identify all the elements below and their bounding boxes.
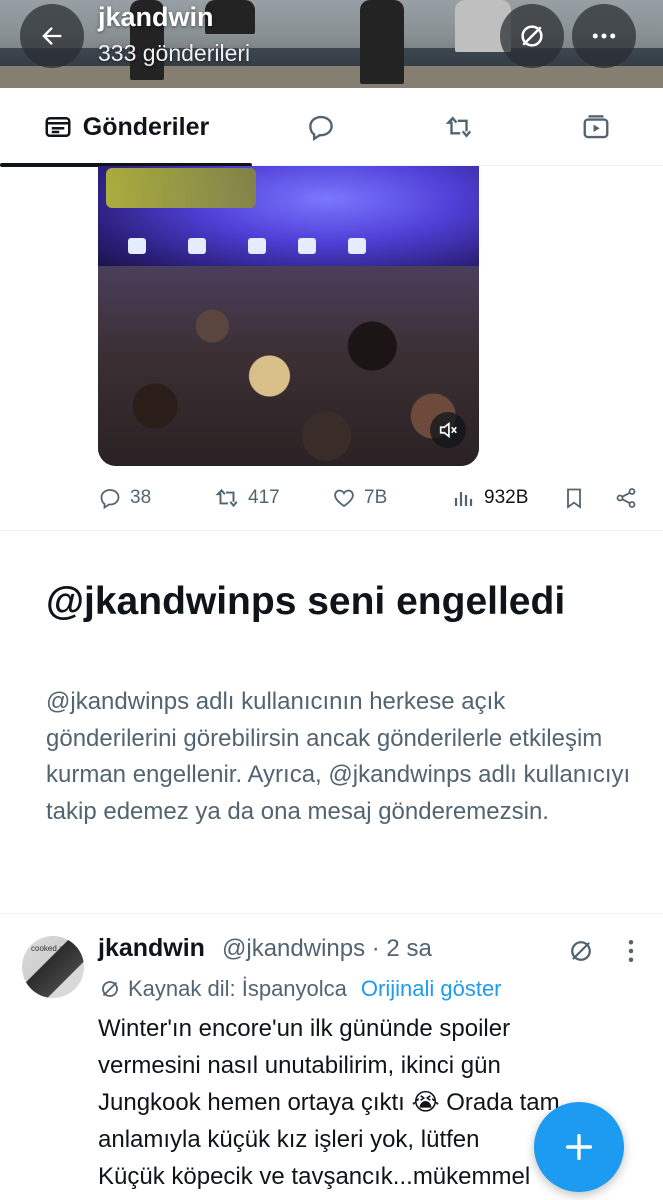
- profile-name: jkandwin: [98, 2, 214, 32]
- like-count: 7B: [364, 487, 388, 508]
- share-button[interactable]: [614, 480, 638, 516]
- divider: [0, 913, 663, 914]
- post-count: 333 gönderileri: [98, 40, 251, 66]
- more-options-button[interactable]: [572, 4, 636, 68]
- repost-icon: [215, 488, 238, 508]
- repost-button[interactable]: 417: [214, 480, 280, 516]
- tweet-text-line: Winter'ın encore'un ilk gününde spoiler: [98, 1015, 511, 1042]
- posts-icon: [45, 117, 71, 137]
- views-button[interactable]: 932B: [452, 480, 528, 516]
- plus-icon: [565, 1133, 593, 1161]
- reply-count: 38: [130, 487, 152, 508]
- tweet-text-line: vermesini nasıl unutabilirim, ikinci gün: [98, 1052, 501, 1079]
- show-original-link[interactable]: Orijinali göster: [361, 976, 502, 1002]
- profile-header: jkandwin 333 gönderileri: [0, 0, 663, 88]
- repost-count: 417: [248, 487, 280, 508]
- bookmark-button[interactable]: [562, 480, 586, 516]
- tweet-more-button[interactable]: [620, 936, 642, 971]
- reply-icon: [309, 115, 333, 142]
- volume-muted-icon: [439, 421, 457, 439]
- concert-stage: [98, 166, 479, 276]
- concert-crowd: [98, 266, 479, 466]
- blocked-title: @jkandwinps seni engelledi: [46, 580, 566, 623]
- stage-light: [348, 238, 366, 254]
- source-language: Kaynak dil: İspanyolca: [128, 976, 347, 1001]
- slash-circle-icon: [521, 25, 543, 47]
- analytics-icon: [454, 492, 473, 506]
- avatar[interactable]: cooked again: [22, 936, 84, 998]
- back-button[interactable]: [20, 4, 84, 68]
- more-horizontal-icon: [592, 33, 616, 39]
- reply-icon: [100, 489, 120, 510]
- share-icon: [616, 488, 636, 508]
- divider: [0, 530, 663, 531]
- stage-light: [128, 238, 146, 254]
- slash-circle-icon: [571, 941, 591, 961]
- media-icon: [583, 115, 608, 139]
- tweet-handle-time[interactable]: @jkandwinps · 2 sa: [222, 935, 432, 963]
- stage-light: [248, 238, 266, 254]
- compose-button[interactable]: [534, 1102, 624, 1192]
- tweet-author-name[interactable]: jkandwin: [98, 934, 205, 963]
- post-action-bar: 38 417 7B 932B: [98, 480, 646, 516]
- repost-icon: [445, 116, 472, 138]
- avatar-caption: cooked again: [31, 944, 79, 953]
- tab-reposts[interactable]: [390, 88, 528, 166]
- arrow-left-icon: [42, 27, 62, 45]
- stage-logo: [106, 168, 256, 208]
- post-video[interactable]: [98, 166, 479, 466]
- translation-bar: Kaynak dil: İspanyolca Orijinali göster: [98, 976, 502, 1002]
- stage-light: [298, 238, 316, 254]
- slash-circle-icon: [102, 981, 118, 997]
- mute-button[interactable]: [430, 412, 466, 448]
- reply-button[interactable]: 38: [98, 480, 151, 516]
- heart-icon: [334, 489, 354, 508]
- tab-posts[interactable]: Gönderiler: [0, 88, 252, 167]
- no-follow-indicator[interactable]: [566, 936, 596, 971]
- stage-light: [188, 238, 206, 254]
- like-button[interactable]: 7B: [332, 480, 387, 516]
- bookmark-icon: [567, 488, 581, 509]
- tab-posts-label: Gönderiler: [82, 112, 210, 141]
- profile-tabs: Gönderiler: [0, 88, 663, 167]
- view-count: 932B: [484, 487, 529, 508]
- more-vertical-icon: [628, 940, 634, 962]
- no-follow-button[interactable]: [500, 4, 564, 68]
- tab-replies[interactable]: [252, 88, 390, 166]
- blocked-description: @jkandwinps adlı kullanıcının herkese aç…: [46, 688, 631, 825]
- tab-media[interactable]: [528, 88, 663, 166]
